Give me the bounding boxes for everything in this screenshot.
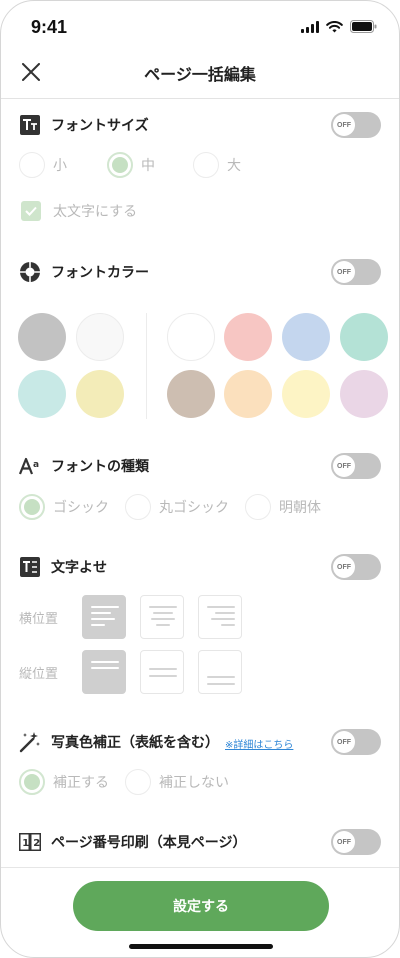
- toggle-knob: OFF: [333, 556, 355, 578]
- text-align-icon: [19, 556, 41, 578]
- pastel-color-swatch-5[interactable]: [167, 370, 215, 418]
- font-size-toggle[interactable]: OFF: [331, 112, 381, 138]
- font-type-option-gothic[interactable]: ゴシック: [19, 494, 109, 520]
- bold-label: 太文字にする: [53, 204, 138, 220]
- wifi-icon: [326, 20, 343, 32]
- font-size-option-medium[interactable]: 中: [107, 152, 155, 178]
- checkbox-checked: [21, 201, 41, 221]
- option-label: 中: [141, 158, 155, 174]
- basic-color-swatch-4[interactable]: [76, 370, 124, 418]
- status-time: 9:41: [31, 17, 68, 37]
- page-number-icon: 1 2: [19, 831, 41, 853]
- pastel-color-swatch-7[interactable]: [282, 370, 330, 418]
- radio-button-selected: [19, 769, 45, 795]
- pastel-color-swatch-8[interactable]: [340, 370, 388, 418]
- align-middle-button[interactable]: [140, 650, 184, 694]
- font-type-toggle[interactable]: OFF: [331, 453, 381, 479]
- color-palette-icon: [19, 261, 41, 283]
- font-type-option-mincho[interactable]: 明朝体: [245, 494, 321, 520]
- svg-text:2: 2: [33, 838, 40, 849]
- status-icons: [301, 20, 377, 33]
- option-label: ゴシック: [53, 500, 109, 516]
- radio-button-selected: [107, 152, 133, 178]
- text-align-section-title: 文字よせ: [19, 555, 107, 579]
- photo-correction-toggle[interactable]: OFF: [331, 729, 381, 755]
- font-color-section-title: フォントカラー: [19, 260, 149, 284]
- bold-checkbox[interactable]: 太文字にする: [21, 201, 137, 221]
- pastel-color-swatch-1[interactable]: [167, 313, 215, 361]
- toggle-knob: OFF: [333, 261, 355, 283]
- radio-button: [125, 494, 151, 520]
- font-size-section-title: フォントサイズ: [19, 113, 149, 137]
- photo-correction-option-off[interactable]: 補正しない: [125, 769, 229, 795]
- basic-color-swatch-3[interactable]: [18, 370, 66, 418]
- align-top-button[interactable]: [82, 650, 126, 694]
- radio-button-selected: [19, 494, 45, 520]
- radio-button: [245, 494, 271, 520]
- align-right-button[interactable]: [198, 595, 242, 639]
- page-number-label: ページ番号印刷（本見ページ）: [51, 835, 247, 851]
- option-label: 補正しない: [159, 775, 229, 791]
- pastel-color-swatch-3[interactable]: [282, 313, 330, 361]
- basic-color-swatch-2[interactable]: [76, 313, 124, 361]
- radio-button: [193, 152, 219, 178]
- footer-divider: [1, 867, 399, 868]
- align-left-button[interactable]: [82, 595, 126, 639]
- battery-icon: [350, 20, 377, 33]
- text-align-label: 文字よせ: [51, 560, 107, 576]
- cellular-signal-icon: [301, 20, 319, 33]
- radio-button: [125, 769, 151, 795]
- page-number-section-title: 1 2 ページ番号印刷（本見ページ）: [19, 830, 246, 854]
- font-size-option-small[interactable]: 小: [19, 152, 67, 178]
- svg-text:1: 1: [22, 838, 29, 849]
- font-color-label: フォントカラー: [51, 265, 149, 281]
- page-number-toggle[interactable]: OFF: [331, 829, 381, 855]
- submit-button[interactable]: 設定する: [73, 881, 329, 931]
- option-label: 補正する: [53, 775, 109, 791]
- option-label: 小: [53, 158, 67, 174]
- svg-text:a: a: [33, 460, 39, 470]
- horizontal-position-label: 横位置: [19, 612, 59, 627]
- basic-color-swatch-1[interactable]: [18, 313, 66, 361]
- option-label: 丸ゴシック: [159, 500, 229, 516]
- align-center-button[interactable]: [140, 595, 184, 639]
- pastel-color-swatch-4[interactable]: [340, 313, 388, 361]
- text-align-toggle[interactable]: OFF: [331, 554, 381, 580]
- font-size-icon: [19, 114, 41, 136]
- photo-correction-option-on[interactable]: 補正する: [19, 769, 109, 795]
- font-type-icon: a: [19, 455, 41, 477]
- font-type-label: フォントの種類: [51, 459, 149, 475]
- checkmark-icon: [25, 206, 37, 216]
- option-label: 大: [227, 158, 241, 174]
- radio-button: [19, 152, 45, 178]
- font-size-option-large[interactable]: 大: [193, 152, 241, 178]
- font-color-toggle[interactable]: OFF: [331, 259, 381, 285]
- pastel-color-swatch-2[interactable]: [224, 313, 272, 361]
- vertical-position-label: 縦位置: [19, 667, 59, 682]
- home-indicator: [129, 944, 273, 949]
- font-size-label: フォントサイズ: [51, 118, 149, 134]
- font-type-section-title: a フォントの種類: [19, 454, 149, 478]
- page-header: ページ一括編集: [1, 45, 399, 99]
- page-title: ページ一括編集: [144, 65, 256, 84]
- toggle-knob: OFF: [333, 455, 355, 477]
- option-label: 明朝体: [279, 500, 321, 516]
- swatch-divider: [146, 313, 147, 419]
- magic-wand-icon: [19, 731, 41, 753]
- toggle-knob: OFF: [333, 831, 355, 853]
- font-type-option-maru-gothic[interactable]: 丸ゴシック: [125, 494, 229, 520]
- pastel-color-swatch-6[interactable]: [224, 370, 272, 418]
- toggle-knob: OFF: [333, 731, 355, 753]
- photo-correction-section-title: 写真色補正（表紙を含む） ※詳細はこちら: [19, 730, 293, 754]
- details-link[interactable]: ※詳細はこちら: [225, 736, 293, 751]
- align-bottom-button[interactable]: [198, 650, 242, 694]
- phone-screen: 9:41 ページ一括編集 フォントサイズ OFF 小 中 大 太文字にする フォ…: [0, 0, 400, 958]
- toggle-knob: OFF: [333, 114, 355, 136]
- photo-correction-label: 写真色補正（表紙を含む）: [51, 735, 219, 751]
